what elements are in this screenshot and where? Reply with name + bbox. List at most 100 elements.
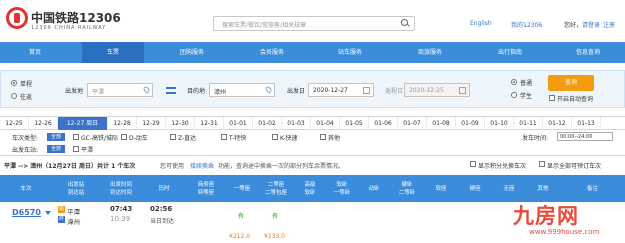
date-tab[interactable]: 01-01 bbox=[224, 117, 253, 130]
location-pin-icon bbox=[142, 85, 151, 94]
arrive-time: 10:39 bbox=[110, 215, 131, 223]
calendar-icon bbox=[363, 87, 370, 94]
station-all-button[interactable]: 全部 bbox=[47, 145, 66, 153]
date-tab[interactable]: 12-29 bbox=[137, 117, 166, 130]
nav-home[interactable]: 首页 bbox=[0, 42, 70, 63]
date-tab[interactable]: 12-30 bbox=[166, 117, 195, 130]
depart-time-label: 发车时间: bbox=[522, 135, 549, 142]
station-checkbox[interactable] bbox=[73, 146, 79, 152]
date-tab[interactable]: 01-05 bbox=[340, 117, 369, 130]
expand-arrow-icon[interactable] bbox=[45, 211, 51, 215]
nav-group[interactable]: 团购服务 bbox=[160, 42, 224, 63]
points-checkbox[interactable] bbox=[470, 161, 476, 167]
duration: 02:56 bbox=[150, 205, 173, 213]
col-hard-sleeper: 硬卧 二等卧 bbox=[398, 181, 416, 196]
from-station[interactable]: 平潭 bbox=[67, 206, 80, 216]
roundtrip-radio[interactable] bbox=[11, 93, 17, 99]
train-type-checkbox[interactable] bbox=[73, 134, 79, 140]
brand-english: 12306 CHINA RAILWAY bbox=[31, 25, 107, 31]
brand-name[interactable]: 中国铁路12306 bbox=[31, 9, 121, 26]
date-tab[interactable]: 01-07 bbox=[398, 117, 427, 130]
train-type-checkbox[interactable] bbox=[121, 134, 127, 140]
second-class-availability[interactable]: 有 bbox=[272, 211, 278, 220]
my-account-link[interactable]: 我的12306 bbox=[511, 20, 542, 29]
date-tab[interactable]: 01-06 bbox=[369, 117, 398, 130]
hint-prefix: 您可使用 bbox=[160, 163, 185, 170]
depart-time-value: 00:00--24:00 bbox=[560, 134, 593, 140]
to-input[interactable]: 漳州 bbox=[209, 83, 275, 97]
register-link[interactable]: 注册 bbox=[603, 20, 615, 29]
nav-business[interactable]: 商旅服务 bbox=[398, 42, 462, 63]
search-input[interactable]: 搜索车票/餐饮/常旅客/相关规章 bbox=[213, 16, 415, 31]
depart-date-input[interactable]: 2020-12-27 bbox=[308, 83, 374, 97]
col-soft-sleeper: 软卧 一等卧 bbox=[333, 181, 351, 196]
all-trains-checkbox[interactable] bbox=[539, 161, 545, 167]
train-type-all-button[interactable]: 全部 bbox=[47, 133, 66, 141]
query-button[interactable]: 查询 bbox=[548, 75, 594, 91]
student-radio[interactable] bbox=[511, 92, 517, 98]
header: 中国铁路12306 12306 CHINA RAILWAY 搜索车票/餐饮/常旅… bbox=[0, 0, 625, 40]
train-type-k: K-快速 bbox=[280, 135, 298, 142]
train-type-checkbox[interactable] bbox=[170, 134, 176, 140]
date-tab[interactable]: 01-02 bbox=[253, 117, 282, 130]
transfer-link[interactable]: 接续换乘 bbox=[190, 161, 214, 170]
greeting-text: 您好， bbox=[564, 22, 583, 29]
col-soft-seat: 软座 bbox=[435, 185, 447, 192]
points-label: 显示积分兑换车次 bbox=[478, 163, 527, 170]
date-tab[interactable]: 01-13 bbox=[572, 117, 601, 130]
date-tab[interactable]: 01-11 bbox=[514, 117, 543, 130]
train-type-checkbox[interactable] bbox=[320, 134, 326, 140]
train-type-checkbox[interactable] bbox=[272, 134, 278, 140]
first-class-availability[interactable]: 有 bbox=[238, 211, 244, 220]
login-link[interactable]: 请登录 bbox=[582, 20, 600, 29]
auto-query-checkbox[interactable] bbox=[549, 95, 555, 101]
main-nav: 首页 车票 团购服务 会员服务 站车服务 商旅服务 出行指南 信息查询 bbox=[0, 42, 625, 63]
date-tab[interactable]: 12-26 bbox=[29, 117, 58, 130]
date-tab[interactable]: 01-09 bbox=[456, 117, 485, 130]
col-other: 其他 bbox=[537, 185, 549, 192]
nav-tickets[interactable]: 车票 bbox=[82, 42, 144, 63]
date-tab[interactable]: 01-08 bbox=[427, 117, 456, 130]
nav-guide[interactable]: 出行指南 bbox=[478, 42, 542, 63]
date-tab[interactable]: 12-31 bbox=[195, 117, 224, 130]
train-number-link[interactable]: D6570 bbox=[12, 208, 41, 217]
first-class-price: ¥212.0 bbox=[229, 233, 250, 240]
depart-time-select[interactable]: 00:00--24:00 bbox=[557, 132, 613, 141]
date-tab-active[interactable]: 12-27 周日 bbox=[58, 117, 108, 130]
col-no-seat: 无座 bbox=[503, 185, 515, 192]
adult-radio[interactable] bbox=[511, 79, 517, 85]
nav-info[interactable]: 信息查询 bbox=[556, 42, 620, 63]
col-train-no: 车次 bbox=[20, 185, 32, 192]
swap-icon[interactable] bbox=[166, 87, 176, 94]
date-tab[interactable]: 01-12 bbox=[543, 117, 572, 130]
col-times: 出发时间 到达时间 bbox=[109, 181, 132, 196]
return-date-input[interactable]: 2020-12-25 bbox=[404, 83, 470, 97]
railway-logo-icon[interactable] bbox=[6, 7, 28, 29]
end-badge: 终 bbox=[58, 216, 65, 223]
date-tab[interactable]: 01-10 bbox=[485, 117, 514, 130]
search-icon[interactable] bbox=[396, 16, 414, 31]
duration-note: 当日到达 bbox=[150, 218, 175, 225]
nav-member[interactable]: 会员服务 bbox=[240, 42, 304, 63]
date-tab[interactable]: 01-03 bbox=[282, 117, 311, 130]
language-link[interactable]: English bbox=[470, 20, 492, 27]
date-tab[interactable]: 12-28 bbox=[108, 117, 137, 130]
oneway-radio[interactable] bbox=[11, 80, 17, 86]
all-trains-label: 显示全部可预订车次 bbox=[547, 163, 602, 170]
depart-station-label: 出发车站: bbox=[12, 147, 39, 154]
train-type-other: 其他 bbox=[328, 135, 341, 142]
return-date-value: 2020-12-25 bbox=[409, 87, 444, 94]
date-tab[interactable]: 12-25 bbox=[0, 117, 29, 130]
depart-label: 出发日 bbox=[287, 88, 306, 95]
adult-label: 普通 bbox=[520, 80, 533, 87]
query-panel: 单程 往返 出发地 平潭 目的地 漳州 出发日 2020-12-27 返程日 2… bbox=[0, 70, 625, 108]
train-type-z: Z-直达 bbox=[178, 135, 197, 142]
to-station[interactable]: 漳州 bbox=[67, 216, 80, 226]
date-tab[interactable]: 01-04 bbox=[311, 117, 340, 130]
train-type-label: 车次类型: bbox=[12, 135, 39, 142]
watermark-text: 九房网 bbox=[513, 204, 579, 228]
from-input[interactable]: 平潭 bbox=[87, 83, 153, 97]
nav-station[interactable]: 站车服务 bbox=[318, 42, 382, 63]
col-hard-seat: 硬座 bbox=[469, 185, 481, 192]
train-type-checkbox[interactable] bbox=[221, 134, 227, 140]
